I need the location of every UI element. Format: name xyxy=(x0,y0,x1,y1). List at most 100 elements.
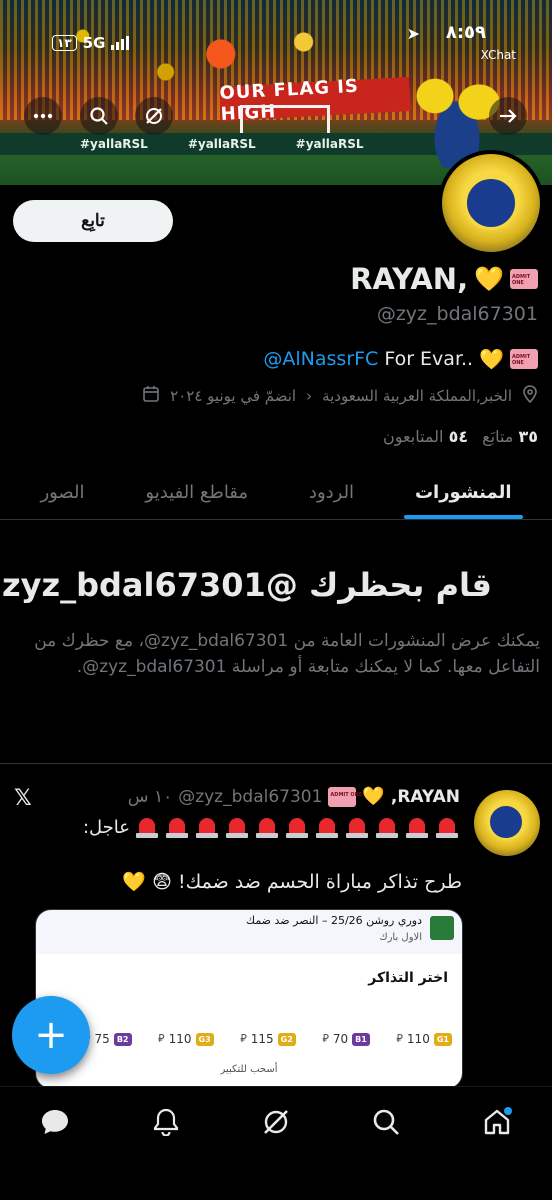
bell-icon xyxy=(153,1108,178,1136)
siren-icon xyxy=(404,814,430,840)
status-time: ٨:٥٩ xyxy=(445,22,486,43)
plus-icon: + xyxy=(34,1012,68,1058)
price-tag: G3 xyxy=(195,1032,214,1046)
bio-text: For Evar.. xyxy=(384,348,474,370)
tab-videos[interactable]: مقاطع الفيديو xyxy=(139,465,254,519)
compose-button[interactable]: + xyxy=(12,996,90,1074)
price-item: ⃁ 110 G1 xyxy=(396,1032,452,1046)
price-item: ⃁75B2 xyxy=(84,1032,132,1046)
post-text-urgent: عاجل: xyxy=(82,816,130,838)
nav-home[interactable] xyxy=(472,1097,522,1147)
nav-search[interactable] xyxy=(361,1097,411,1147)
yellow-heart-icon: 💛 xyxy=(362,786,385,807)
location-arrow-icon: ➤ xyxy=(406,24,420,43)
follow-button[interactable]: تابِع xyxy=(13,200,173,242)
siren-icon xyxy=(134,814,160,840)
price-tag: G1 xyxy=(433,1032,452,1046)
search-icon[interactable] xyxy=(80,97,118,135)
price-item: ⃁ 70 B1 xyxy=(322,1032,370,1046)
chat-bubble-icon xyxy=(42,1109,69,1134)
profile-handle: @zyz_bdal67301 xyxy=(376,303,538,325)
siren-icon xyxy=(434,814,460,840)
x-logo-icon: 𝕏 xyxy=(14,786,32,811)
grok-icon[interactable] xyxy=(135,97,173,135)
price-item: ⃁ 110 G3 xyxy=(158,1032,214,1046)
post-avatar[interactable] xyxy=(474,790,540,856)
embed-pick-section: اختر التذاكر xyxy=(36,954,462,1014)
calendar-icon xyxy=(142,385,160,407)
profile-joined: انضمّ في يونيو ٢٠٢٤ xyxy=(170,387,297,405)
nav-messages[interactable] xyxy=(30,1097,80,1147)
signal-icon xyxy=(111,36,130,50)
siren-icon xyxy=(254,814,280,840)
notification-dot xyxy=(503,1106,512,1115)
alnassr-crest-icon xyxy=(464,176,518,230)
price-value: 110 xyxy=(168,1032,192,1046)
profile-meta: الخبر,المملكة العربية السعودية ‹ انضمّ ف… xyxy=(142,385,538,407)
profile-name: RAYAN, xyxy=(350,262,469,296)
siren-icon xyxy=(164,814,190,840)
embed-drag-hint: أسحب للتكبير xyxy=(220,1064,278,1075)
status-left: ١٣ 5G xyxy=(52,34,130,52)
followers-count: ٥٤ xyxy=(448,427,469,446)
post-image[interactable]: دوري روشن 25/26 – النصر ضد ضمك الاول بار… xyxy=(35,909,463,1089)
tab-photos[interactable]: الصور xyxy=(34,465,90,519)
blocked-title: قام بحظرك @zyz_bdal67301 xyxy=(2,566,492,604)
price-value: 70 xyxy=(332,1032,349,1046)
followers-link[interactable]: ٥٤ المتابعون xyxy=(383,427,468,446)
grok-icon xyxy=(264,1109,288,1134)
post-text-line2: طرح تذاكر مباراة الحسم ضد ضمك! 😨 💛 xyxy=(122,871,462,893)
siren-icon xyxy=(284,814,310,840)
siren-icon xyxy=(194,814,220,840)
price-value: 75 xyxy=(94,1032,110,1046)
embed-prices: ⃁75B2 ⃁110G3 ⃁115G2 ⃁70B1 ⃁110G1 أسحب لل… xyxy=(36,1014,462,1088)
siren-icon xyxy=(224,814,250,840)
more-icon[interactable] xyxy=(24,97,62,135)
profile-name-row: RAYAN, 💛 xyxy=(350,262,538,296)
profile-location: الخبر,المملكة العربية السعودية xyxy=(322,387,512,405)
embed-header: دوري روشن 25/26 – النصر ضد ضمك الاول بار… xyxy=(36,910,462,954)
divider xyxy=(0,763,552,764)
yellow-heart-icon: 💛 xyxy=(479,347,504,371)
post-author-handle: @zyz_bdal67301 xyxy=(178,786,323,807)
nav-grok[interactable] xyxy=(251,1097,301,1147)
following-label: متابَع xyxy=(482,427,514,446)
price-tag: B2 xyxy=(113,1032,132,1046)
bio-mention-link[interactable]: @AlNassrFC xyxy=(263,348,378,370)
alnassr-crest-icon xyxy=(488,804,524,840)
profile-bio: @AlNassrFC For Evar.. 💛 xyxy=(263,347,538,371)
following-count: ٣٥ xyxy=(518,427,538,446)
adboard-text: #yallaRSL xyxy=(187,137,256,151)
post-time: ١٠ س xyxy=(127,786,173,807)
siren-icon xyxy=(314,814,340,840)
adboard-text: #yallaRSL xyxy=(295,137,364,151)
following-link[interactable]: ٣٥ متابَع xyxy=(482,427,538,446)
price-item: ⃁ 115 G2 xyxy=(240,1032,296,1046)
yellow-heart-icon: 💛 xyxy=(474,265,504,293)
embed-venue: الاول بارك xyxy=(379,932,422,943)
status-bar: ١٣ 5G ➤ ٨:٥٩ XChat xyxy=(0,0,552,70)
chevron-left-icon[interactable]: ‹ xyxy=(306,387,312,405)
nav-notifications[interactable] xyxy=(141,1097,191,1147)
post-author-name[interactable]: RAYAN, xyxy=(391,787,460,807)
carrier-label: XChat xyxy=(480,48,516,62)
ticket-icon xyxy=(328,786,362,807)
bottom-nav xyxy=(0,1086,552,1156)
tab-replies[interactable]: الردود xyxy=(303,465,360,519)
post-header: RAYAN, 💛 @zyz_bdal67301 ١٠ س xyxy=(128,786,460,807)
siren-icon xyxy=(344,814,370,840)
followers-label: المتابعون xyxy=(383,427,444,446)
blocked-description: يمكنك عرض المنشورات العامة من ‎@zyz_bdal… xyxy=(34,631,540,677)
network-label: 5G xyxy=(82,34,106,52)
tab-posts[interactable]: المنشورات xyxy=(403,465,523,519)
ticket-icon xyxy=(510,269,538,289)
profile-avatar[interactable] xyxy=(438,150,544,256)
stadium-thumbnail xyxy=(430,916,454,940)
price-tag: G2 xyxy=(277,1032,296,1046)
adboard-text: #yallaRSL xyxy=(80,137,148,151)
battery-indicator: ١٣ xyxy=(52,35,77,51)
embed-match-title: دوري روشن 25/26 – النصر ضد ضمك xyxy=(246,914,422,927)
arrow-right-icon[interactable] xyxy=(489,97,527,135)
post-text-line1: عاجل: xyxy=(83,814,460,840)
search-icon xyxy=(374,1109,400,1135)
